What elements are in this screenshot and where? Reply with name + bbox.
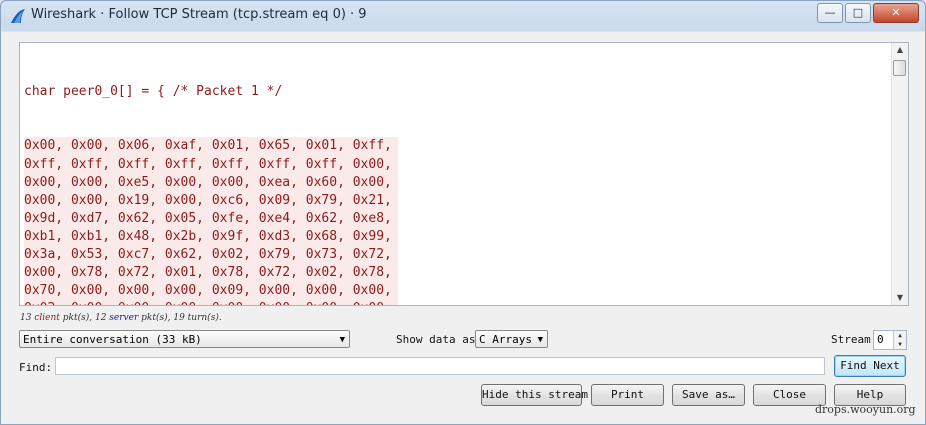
client-count: 13 bbox=[20, 313, 32, 323]
stream-byte-line: 0x9d, 0xd7, 0x62, 0x05, 0xfe, 0xe4, 0x62… bbox=[24, 209, 398, 228]
client-suffix: pkt(s), bbox=[62, 313, 93, 323]
show-data-as-select[interactable]: C Arrays ▼ bbox=[475, 330, 548, 348]
title-bar[interactable]: Wireshark · Follow TCP Stream (tcp.strea… bbox=[1, 1, 925, 31]
server-suffix: pkt(s), bbox=[141, 313, 171, 323]
stream-summary: 13 client pkt(s), 12 server pkt(s), 19 t… bbox=[20, 313, 222, 323]
close-icon: ✕ bbox=[891, 6, 901, 19]
stream-byte-line: 0x00, 0x00, 0x19, 0x00, 0xc6, 0x09, 0x79… bbox=[24, 191, 398, 210]
watermark: drops.wooyun.org bbox=[815, 403, 916, 416]
find-next-button[interactable]: Find Next bbox=[834, 355, 906, 377]
scroll-up-arrow-icon[interactable]: ▲ bbox=[892, 43, 908, 57]
conversation-select[interactable]: Entire conversation (33 kB) ▼ bbox=[19, 330, 350, 348]
conversation-select-value: Entire conversation (33 kB) bbox=[23, 333, 202, 346]
print-button[interactable]: Print bbox=[591, 384, 664, 406]
minimize-button[interactable]: — bbox=[817, 3, 843, 23]
maximize-icon: □ bbox=[852, 6, 864, 19]
show-data-label: Show data as bbox=[396, 333, 476, 346]
scroll-thumb[interactable] bbox=[893, 60, 906, 76]
follow-tcp-stream-window: Wireshark · Follow TCP Stream (tcp.strea… bbox=[0, 0, 926, 425]
stream-byte-line: 0xb1, 0xb1, 0x48, 0x2b, 0x9f, 0xd3, 0x68… bbox=[24, 227, 398, 247]
stream-content-area[interactable]: char peer0_0[] = { /* Packet 1 */ 0x00, … bbox=[19, 42, 909, 306]
client-label: client bbox=[34, 313, 60, 323]
stream-number-value: 0 bbox=[877, 333, 884, 346]
server-label: server bbox=[109, 313, 139, 323]
stream-label: Stream bbox=[831, 333, 871, 346]
stream-byte-line: 0x00, 0x00, 0x06, 0xaf, 0x01, 0x65, 0x01… bbox=[24, 137, 398, 156]
wireshark-fin-icon bbox=[11, 9, 25, 23]
window-title: Wireshark · Follow TCP Stream (tcp.strea… bbox=[31, 7, 367, 22]
maximize-button[interactable]: □ bbox=[845, 3, 871, 23]
scroll-down-arrow-icon[interactable]: ▼ bbox=[892, 291, 908, 305]
stream-byte-line: 0x00, 0x00, 0xe5, 0x00, 0x00, 0xea, 0x60… bbox=[24, 173, 398, 192]
close-window-button[interactable]: ✕ bbox=[873, 3, 919, 23]
vertical-scrollbar[interactable]: ▲ ▼ bbox=[891, 43, 908, 305]
find-input[interactable] bbox=[55, 357, 825, 375]
server-count: 12 bbox=[94, 313, 107, 323]
minimize-icon: — bbox=[824, 6, 836, 19]
stream-byte-line: 0x3a, 0x53, 0xc7, 0x62, 0x02, 0x79, 0x73… bbox=[24, 246, 398, 265]
stream-byte-line: 0xff, 0xff, 0xff, 0xff, 0xff, 0xff, 0xff… bbox=[24, 155, 398, 174]
show-data-as-value: C Arrays bbox=[479, 333, 532, 346]
turns-count: 19 turn(s). bbox=[173, 313, 222, 323]
stream-byte-line: 0x02, 0x00, 0x00, 0x00, 0x00, 0x00, 0x00… bbox=[24, 300, 398, 305]
dialog-body: char peer0_0[] = { /* Packet 1 */ 0x00, … bbox=[7, 32, 919, 418]
chevron-down-icon: ▼ bbox=[537, 335, 543, 345]
hide-stream-button[interactable]: Hide this stream bbox=[481, 384, 588, 406]
spin-arrows-icon[interactable]: ▲ ▼ bbox=[893, 331, 906, 349]
stream-number-spinbox[interactable]: 0 ▲ ▼ bbox=[873, 330, 907, 350]
stream-byte-line: 0x70, 0x00, 0x00, 0x00, 0x09, 0x00, 0x00… bbox=[24, 282, 398, 301]
chevron-down-icon: ▼ bbox=[339, 335, 345, 345]
save-as-button[interactable]: Save as… bbox=[672, 384, 745, 406]
stream-byte-line: 0x00, 0x78, 0x72, 0x01, 0x78, 0x72, 0x02… bbox=[24, 264, 398, 283]
packet-header-line: char peer0_0[] = { /* Packet 1 */ bbox=[24, 83, 398, 102]
stream-text: char peer0_0[] = { /* Packet 1 */ 0x00, … bbox=[24, 47, 398, 305]
find-label: Find: bbox=[19, 361, 53, 374]
